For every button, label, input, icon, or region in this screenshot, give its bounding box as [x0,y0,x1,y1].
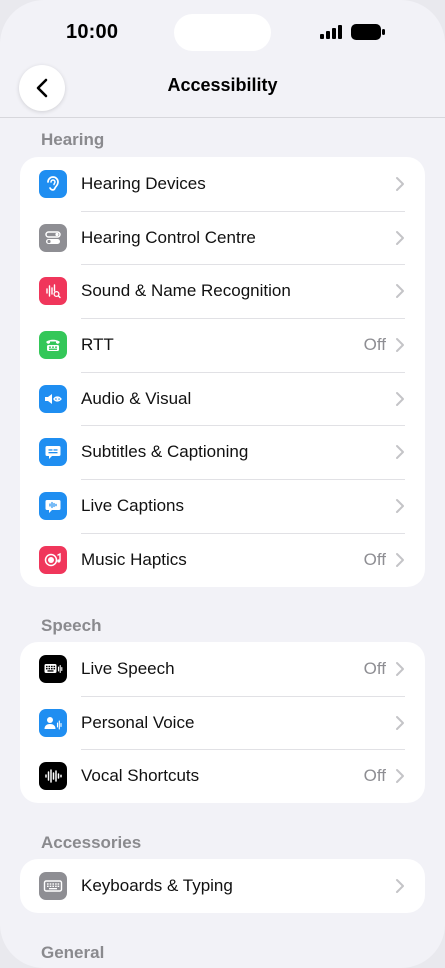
chevron-right-icon [396,715,404,730]
chevron-right-icon [396,284,404,299]
row-live-speech[interactable]: Live Speech Off [20,642,425,696]
keyboard-speech-icon [39,654,67,683]
row-value: Off [363,766,386,786]
cellular-signal-icon [320,25,342,39]
section-header-speech: Speech [41,616,102,635]
group-hearing: Hearing Devices Hearing Control Centre S… [20,157,425,587]
chevron-right-icon [396,391,404,406]
row-sound-name-recognition[interactable]: Sound & Name Recognition [20,264,425,318]
row-vocal-shortcuts[interactable]: Vocal Shortcuts Off [20,749,425,803]
chevron-right-icon [396,498,404,513]
navigation-bar: Accessibility [0,60,445,118]
sound-recognition-icon [39,277,67,306]
row-label: Audio & Visual [81,388,192,408]
row-label: Hearing Devices [81,173,206,193]
chevron-right-icon [396,661,404,676]
toggle-switches-icon [39,223,67,252]
row-label: Keyboards & Typing [81,875,233,895]
row-label: Music Haptics [81,549,187,569]
group-speech: Live Speech Off Personal Voice Vocal Sho… [20,642,425,804]
row-label: Sound & Name Recognition [81,281,291,301]
row-label: Hearing Control Centre [81,227,256,247]
row-music-haptics[interactable]: Music Haptics Off [20,532,425,587]
audio-visual-icon [39,384,67,413]
row-label: Subtitles & Captioning [81,442,249,462]
status-time: 10:00 [66,21,119,43]
row-label: Personal Voice [81,712,195,732]
chevron-right-icon [396,337,404,352]
waveform-icon [39,762,67,791]
row-live-captions[interactable]: Live Captions [20,479,425,533]
chevron-right-icon [396,769,404,784]
status-bar: 10:00 [0,0,445,60]
phone-screen: 10:00 Accessibility Hearing Hearing Devi… [0,0,445,968]
personal-voice-icon [39,708,67,737]
group-accessories: Keyboards & Typing [20,859,425,913]
section-header-general: General [41,943,105,962]
row-audio-visual[interactable]: Audio & Visual [20,371,425,426]
chevron-right-icon [396,878,404,893]
chevron-right-icon [396,176,404,191]
chevron-right-icon [396,445,404,460]
row-value: Off [363,549,386,569]
row-label: Live Speech [81,658,175,678]
row-value: Off [363,658,386,678]
dynamic-island [174,14,271,51]
row-hearing-devices[interactable]: Hearing Devices [20,157,425,211]
music-haptics-icon [39,545,67,574]
battery-icon [351,24,385,40]
ear-icon [39,169,67,198]
row-rtt[interactable]: RTT Off [20,318,425,372]
chevron-right-icon [396,552,404,567]
row-label: Live Captions [81,495,185,515]
chevron-right-icon [396,230,404,245]
teletype-icon [39,330,67,359]
section-header-accessories: Accessories [41,833,142,852]
row-label: Vocal Shortcuts [81,766,200,786]
row-value: Off [363,334,386,354]
row-label: RTT [81,334,114,354]
row-hearing-control-centre[interactable]: Hearing Control Centre [20,210,425,265]
section-header-hearing: Hearing [41,130,105,149]
subtitles-icon [39,438,67,467]
status-icons [320,24,385,40]
page-title: Accessibility [167,75,278,95]
row-keyboards-typing[interactable]: Keyboards & Typing [20,859,425,913]
live-captions-icon [39,491,67,520]
row-personal-voice[interactable]: Personal Voice [20,695,425,750]
keyboard-icon [39,871,67,900]
row-subtitles-captioning[interactable]: Subtitles & Captioning [20,425,425,479]
